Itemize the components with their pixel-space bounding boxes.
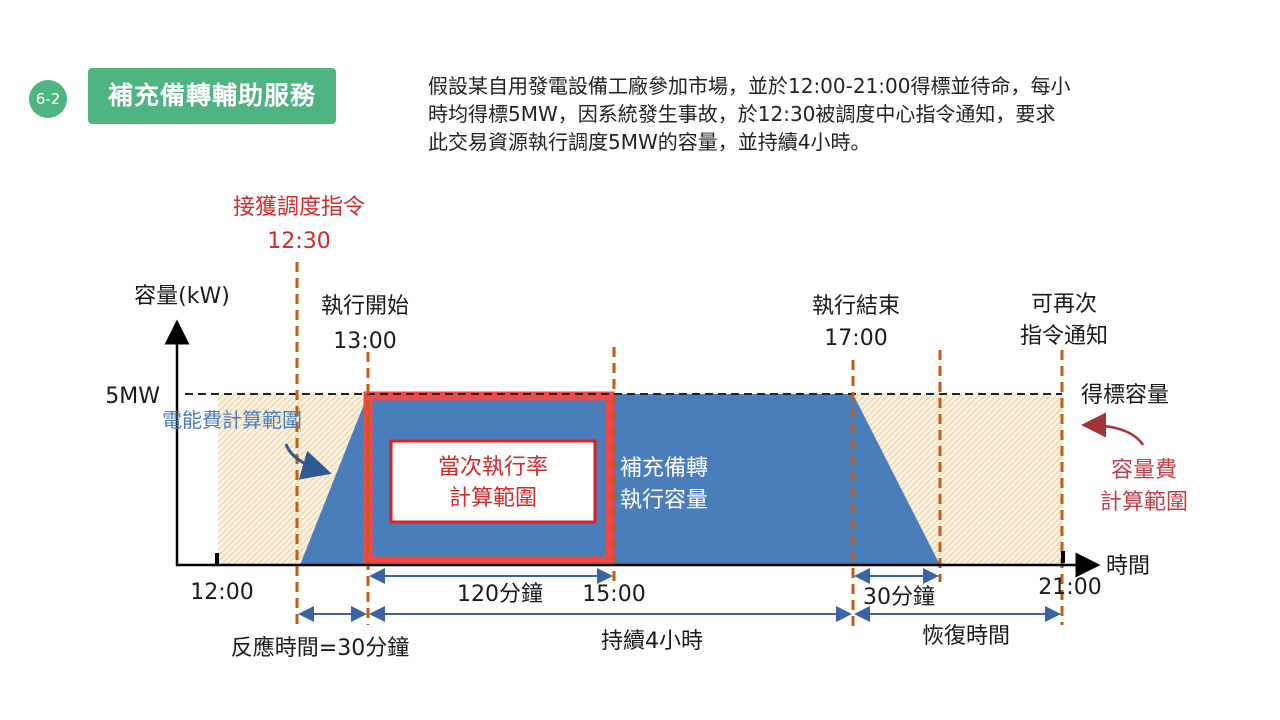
start-label: 執行開始 bbox=[321, 294, 409, 319]
tick-label-1500: 15:00 bbox=[582, 582, 645, 607]
duration-label: 持續4小時 bbox=[601, 629, 703, 654]
dispatch-label: 接獲調度指令 bbox=[233, 195, 365, 220]
end-label: 執行結束 bbox=[812, 294, 900, 319]
x-axis-label: 時間 bbox=[1106, 554, 1150, 579]
renotify-line1: 可再次 bbox=[1031, 292, 1097, 317]
exec-capacity-line1: 補充備轉 bbox=[620, 456, 708, 481]
awarded-capacity-label: 得標容量 bbox=[1081, 383, 1169, 408]
energy-fee-range-label: 電能費計算範圍 bbox=[162, 408, 302, 432]
recovery-time-label: 恢復時間 bbox=[922, 624, 1010, 649]
span-30-label: 30分鐘 bbox=[863, 585, 935, 610]
exec-capacity-line2: 執行容量 bbox=[620, 488, 708, 513]
tick-label-2100: 21:00 bbox=[1038, 575, 1101, 600]
capacity-label: 5MW bbox=[105, 384, 160, 409]
response-time-label: 反應時間=30分鐘 bbox=[231, 635, 409, 661]
capacity-fee-line1: 容量費 bbox=[1111, 458, 1177, 483]
tick-mark-1200 bbox=[215, 553, 219, 565]
y-axis-label: 容量(kW) bbox=[134, 284, 230, 309]
dispatch-time: 12:30 bbox=[267, 229, 330, 254]
capacity-fee-line2: 計算範圍 bbox=[1100, 490, 1188, 515]
span-arrows bbox=[298, 568, 1061, 622]
tick-label-1200: 12:00 bbox=[190, 580, 253, 605]
tick-mark-2100 bbox=[1061, 551, 1065, 563]
end-time: 17:00 bbox=[824, 326, 887, 351]
exec-rate-line1: 當次執行率 bbox=[438, 455, 548, 480]
capacity-fee-pointer-arrow bbox=[1081, 412, 1145, 446]
span-120-label: 120分鐘 bbox=[457, 582, 543, 607]
reserve-dispatch-diagram: 接獲調度指令 12:30 容量(kW) 執行開始 13:00 執行結束 17:0… bbox=[105, 195, 1188, 661]
exec-rate-line2: 計算範圍 bbox=[449, 486, 537, 511]
renotify-line2: 指令通知 bbox=[1020, 324, 1108, 349]
start-time: 13:00 bbox=[333, 329, 396, 354]
